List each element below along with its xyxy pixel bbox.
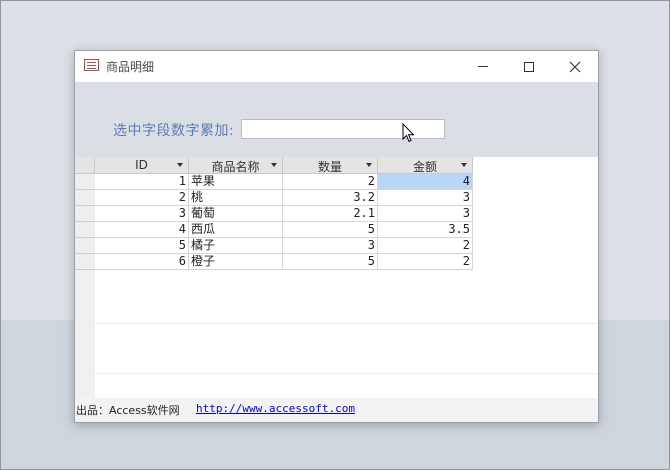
cell-amount[interactable]: 2	[378, 238, 473, 254]
dropdown-arrow-icon[interactable]	[271, 163, 277, 167]
cell-qty[interactable]: 3.2	[283, 190, 378, 206]
column-header-label: 金额	[412, 160, 437, 174]
cell-id[interactable]: 6	[95, 254, 189, 270]
form-icon	[84, 59, 99, 71]
maximize-icon	[524, 61, 534, 72]
maximize-button[interactable]	[506, 51, 552, 82]
cell-amount-selected[interactable]: 4	[378, 174, 473, 190]
cell-id[interactable]: 1	[95, 174, 189, 190]
record-selector[interactable]	[75, 174, 95, 190]
cell-name[interactable]: 橙子	[189, 254, 283, 270]
cell-name[interactable]: 西瓜	[189, 222, 283, 238]
record-selector[interactable]	[75, 222, 95, 238]
column-header-id[interactable]: ID	[95, 157, 189, 174]
cell-id[interactable]: 2	[95, 190, 189, 206]
cell-qty[interactable]: 5	[283, 254, 378, 270]
column-header-label: ID	[135, 158, 148, 172]
cell-name[interactable]: 葡萄	[189, 206, 283, 222]
cell-name[interactable]: 桃	[189, 190, 283, 206]
column-header-label: 商品名称	[211, 160, 260, 174]
title-bar: 商品明细	[75, 51, 598, 82]
cell-name[interactable]: 橘子	[189, 238, 283, 254]
cell-id[interactable]: 5	[95, 238, 189, 254]
cell-qty[interactable]: 2	[283, 174, 378, 190]
cell-id[interactable]: 4	[95, 222, 189, 238]
cell-amount[interactable]: 2	[378, 254, 473, 270]
close-icon	[569, 61, 581, 72]
cell-amount[interactable]: 3.5	[378, 222, 473, 238]
cell-amount[interactable]: 3	[378, 206, 473, 222]
minimize-button[interactable]	[460, 51, 506, 82]
column-header-label: 数量	[317, 160, 342, 174]
cell-qty[interactable]: 3	[283, 238, 378, 254]
close-button[interactable]	[552, 51, 598, 82]
footer-link[interactable]: http://www.accessoft.com	[196, 402, 355, 415]
dropdown-arrow-icon[interactable]	[461, 163, 467, 167]
grid-divider	[95, 373, 598, 374]
grid-divider	[95, 323, 598, 324]
mouse-cursor-icon	[402, 123, 415, 143]
datasheet: ID 商品名称 数量 金额 1 苹果 2 4 2 桃 3.2 3 3 葡萄 2.…	[75, 157, 598, 398]
footer-credit: 出品：Access软件网	[76, 404, 180, 417]
column-header-qty[interactable]: 数量	[283, 157, 378, 174]
record-selector[interactable]	[75, 238, 95, 254]
record-selector[interactable]	[75, 190, 95, 206]
cell-qty[interactable]: 5	[283, 222, 378, 238]
dropdown-arrow-icon[interactable]	[366, 163, 372, 167]
sum-label: 选中字段数字累加:	[113, 123, 235, 139]
cell-name[interactable]: 苹果	[189, 174, 283, 190]
select-all-corner[interactable]	[75, 157, 95, 174]
record-selector[interactable]	[75, 206, 95, 222]
form-footer: 出品：Access软件网 http://www.accessoft.com	[75, 398, 598, 422]
form-window: 商品明细 选中字段数字累加: ID 商品名称 数量 金额 1 苹果 2 4 2 …	[74, 50, 599, 423]
window-title: 商品明细	[106, 60, 155, 74]
cell-qty[interactable]: 2.1	[283, 206, 378, 222]
record-selector[interactable]	[75, 254, 95, 270]
column-header-name[interactable]: 商品名称	[189, 157, 283, 174]
column-header-amount[interactable]: 金额	[378, 157, 473, 174]
cell-amount[interactable]: 3	[378, 190, 473, 206]
cell-id[interactable]: 3	[95, 206, 189, 222]
dropdown-arrow-icon[interactable]	[177, 163, 183, 167]
minimize-icon	[478, 66, 488, 67]
